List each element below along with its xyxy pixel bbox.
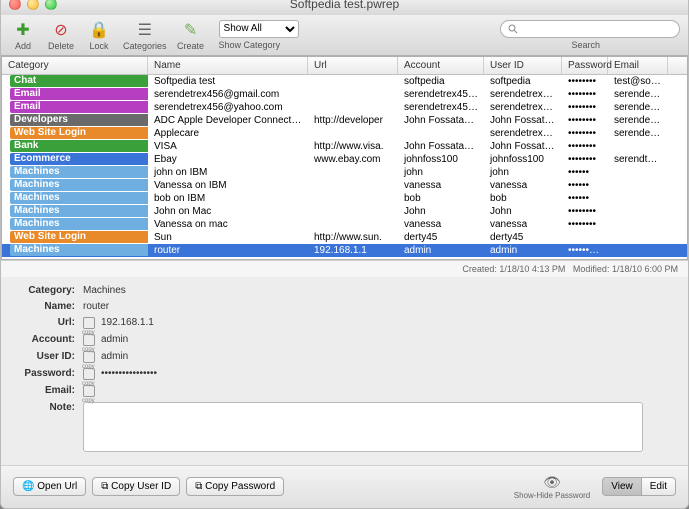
table-row[interactable]: MachinesJohn on MacJohnJohn•••••••• [2,205,687,218]
col-url[interactable]: Url [308,57,398,74]
minimize-icon[interactable] [27,0,39,10]
search-label: Search [571,40,600,50]
detail-url-label: Url: [13,317,75,328]
table-row[interactable]: ChatSoftpedia testsoftpediasoftpedia••••… [2,75,687,88]
titlebar[interactable]: Softpedia test.pwrep [1,0,688,15]
detail-userid: admin [101,351,128,362]
copy-userid-icon[interactable] [83,351,95,363]
filter-select[interactable]: Show All [219,20,299,38]
detail-url: 192.168.1.1 [101,317,154,328]
detail-name-label: Name: [13,301,75,312]
view-button[interactable]: View [602,477,642,496]
modified-stamp: Modified: 1/18/10 6:00 PM [573,264,678,274]
table-row[interactable]: Machinesbob on IBMbobbob•••••• [2,192,687,205]
copy-userid-button[interactable]: ⧉ Copy User ID [92,477,180,496]
delete-button[interactable]: ⊘Delete [47,19,75,51]
col-account[interactable]: Account [398,57,484,74]
table-row[interactable]: Emailserendetrex456@gmail.comserendetrex… [2,88,687,101]
create-button[interactable]: ✎Create [177,19,205,51]
note-textarea[interactable] [83,402,643,452]
detail-note-label: Note: [13,402,75,413]
window-title: Softpedia test.pwrep [1,0,688,11]
col-name[interactable]: Name [148,57,308,74]
table-row[interactable]: Machinesjohn on IBMjohnjohn•••••• [2,166,687,179]
detail-userid-label: User ID: [13,351,75,362]
edit-button[interactable]: Edit [642,477,676,496]
col-category[interactable]: Category [2,57,148,74]
copy-url-icon[interactable] [83,317,95,329]
footer: 🌐 Open Url ⧉ Copy User ID ⧉ Copy Passwor… [1,465,688,508]
password-table: Category Name Url Account User ID Passwo… [1,56,688,260]
list-icon: ☰ [134,19,156,41]
filter-label: Show Category [219,40,281,50]
detail-password: •••••••••••••••• [101,368,157,379]
detail-email-label: Email: [13,385,75,396]
lock-icon: 🔒 [88,19,110,41]
toolbar: ✚Add ⊘Delete 🔒Lock ☰Categories ✎Create S… [1,15,688,56]
col-userid[interactable]: User ID [484,57,562,74]
lock-button[interactable]: 🔒Lock [85,19,113,51]
open-url-button[interactable]: 🌐 Open Url [13,477,86,496]
add-button[interactable]: ✚Add [9,19,37,51]
eye-icon: 👁 [543,474,561,491]
detail-account: admin [101,334,128,345]
detail-account-label: Account: [13,334,75,345]
copy-email-icon[interactable] [83,385,95,397]
table-row[interactable]: MachinesVanessa on macvanessavanessa••••… [2,218,687,231]
copy-account-icon[interactable] [83,334,95,346]
prohibited-icon: ⊘ [50,19,72,41]
table-row[interactable]: MachinesVanessa on IBMvanessavanessa••••… [2,179,687,192]
table-header: Category Name Url Account User ID Passwo… [2,57,687,75]
table-row[interactable]: Emailserendetrex456@yahoo.comserendetrex… [2,101,687,114]
col-password[interactable]: Password [562,57,608,74]
categories-button[interactable]: ☰Categories [123,19,167,51]
copy-password-icon[interactable] [83,368,95,380]
detail-category-label: Category: [13,285,75,296]
show-hide-password[interactable]: 👁Show-Hide Password [514,474,590,500]
plus-icon: ✚ [12,19,34,41]
table-row[interactable]: Web Site LoginSunhttp://www.sun.derty45d… [2,231,687,244]
copy-password-button[interactable]: ⧉ Copy Password [186,477,284,496]
table-body[interactable]: ChatSoftpedia testsoftpediasoftpedia••••… [2,75,687,259]
close-icon[interactable] [9,0,21,10]
created-stamp: Created: 1/18/10 4:13 PM [462,264,565,274]
pencil-icon: ✎ [180,19,202,41]
table-row[interactable]: Machinesrouter192.168.1.1adminadmin•••••… [2,244,687,257]
detail-category: Machines [83,285,126,296]
search-input[interactable] [500,20,680,38]
table-row[interactable]: BankVISAhttp://www.visa.John Fossatanell… [2,140,687,153]
traffic-lights [9,0,57,10]
view-edit-segment: View Edit [602,477,676,496]
col-email[interactable]: Email [608,57,668,74]
detail-password-label: Password: [13,368,75,379]
timestamps: Created: 1/18/10 4:13 PM Modified: 1/18/… [1,260,688,277]
table-row[interactable]: Web Site LoginApplecareserendetrex456•••… [2,127,687,140]
app-window: Softpedia test.pwrep ✚Add ⊘Delete 🔒Lock … [0,0,689,509]
detail-name: router [83,301,109,312]
table-row[interactable]: DevelopersADC Apple Developer Connection… [2,114,687,127]
detail-panel: Category: Machines Name: router Url: 192.16… [1,277,688,465]
zoom-icon[interactable] [45,0,57,10]
table-row[interactable]: EcommerceEbaywww.ebay.comjohnfoss100john… [2,153,687,166]
